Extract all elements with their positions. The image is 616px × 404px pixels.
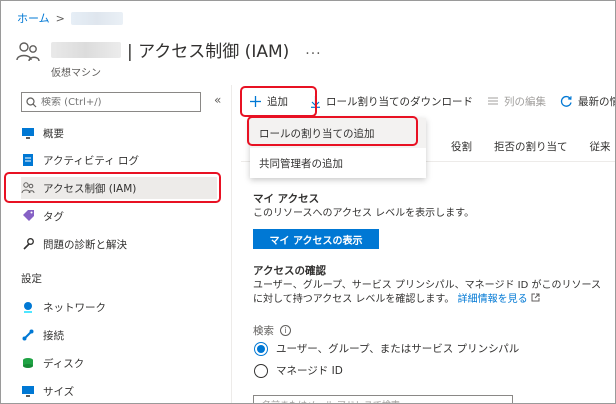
users-icon xyxy=(16,42,40,62)
app-window: ホーム > | アクセス制御 (IAM) ... 仮想マシン « xyxy=(0,0,616,404)
menu-item-add-role-assignment[interactable]: ロールの割り当ての追加 xyxy=(250,118,426,148)
my-access-title: マイ アクセス xyxy=(253,193,320,205)
add-button-label: 追加 xyxy=(267,95,288,108)
wrench-icon xyxy=(21,237,35,251)
view-my-access-button[interactable]: マイ アクセスの表示 xyxy=(253,229,379,249)
connect-icon xyxy=(21,328,35,342)
resource-name-redacted xyxy=(51,41,121,58)
refresh-button[interactable]: 最新の情 xyxy=(560,94,616,109)
breadcrumb-separator: > xyxy=(55,11,65,25)
page-title: | アクセス制御 (IAM) xyxy=(127,42,290,62)
search-input[interactable] xyxy=(41,96,191,108)
download-button-label: ロール割り当てのダウンロード xyxy=(326,95,473,108)
search-field-label-row: 検索 i xyxy=(253,323,291,338)
radio-button-selected[interactable] xyxy=(254,341,268,356)
sidebar-item-overview[interactable]: 概要 xyxy=(21,122,217,144)
refresh-label: 最新の情 xyxy=(578,95,616,108)
info-icon[interactable]: i xyxy=(280,325,291,336)
download-role-assignments-button[interactable]: ロール割り当てのダウンロード xyxy=(310,94,473,109)
sidebar-item-size[interactable]: サイズ xyxy=(21,380,217,402)
add-dropdown-menu: ロールの割り当ての追加 共同管理者の追加 xyxy=(250,118,426,178)
check-access-description-line2: に対して持つアクセス レベルを確認します。 xyxy=(253,294,455,305)
monitor-icon xyxy=(21,126,35,140)
tab-deny-assignments[interactable]: 拒否の割り当て xyxy=(494,139,568,154)
more-options-button[interactable]: ... xyxy=(305,42,321,58)
sidebar-item-label: ネットワーク xyxy=(43,301,106,314)
radio-managed-identity[interactable]: マネージド ID xyxy=(254,363,343,378)
breadcrumb-home-link[interactable]: ホーム xyxy=(17,10,50,26)
sidebar-search[interactable] xyxy=(21,92,201,112)
tab-classic-administrators[interactable]: 従来 xyxy=(590,139,611,154)
plus-icon xyxy=(250,95,261,107)
sidebar-item-label: サイズ xyxy=(43,385,75,398)
external-link-icon xyxy=(531,293,540,302)
size-icon xyxy=(21,384,35,398)
radio-users-groups-sp[interactable]: ユーザー、グループ、またはサービス プリンシパル xyxy=(254,341,519,356)
settings-heading: 設定 xyxy=(21,273,42,285)
sidebar-item-connect[interactable]: 接続 xyxy=(21,324,217,346)
resource-type-subtitle: 仮想マシン xyxy=(51,68,101,79)
radio-button[interactable] xyxy=(254,363,268,378)
radio-label: ユーザー、グループ、またはサービス プリンシパル xyxy=(276,343,520,355)
activity-log-icon xyxy=(21,153,35,167)
network-icon xyxy=(21,300,35,314)
tab-bar: 役割 拒否の割り当て 従来 xyxy=(451,139,611,154)
sidebar-item-label: 問題の診断と解決 xyxy=(43,238,127,251)
search-field-label: 検索 xyxy=(253,325,274,337)
radio-label: マネージド ID xyxy=(276,365,343,377)
collapse-sidebar-button[interactable]: « xyxy=(214,93,221,107)
sidebar-item-label: ディスク xyxy=(43,357,85,370)
my-access-description: このリソースへのアクセス レベルを表示します。 xyxy=(253,208,475,219)
check-access-description-line1: ユーザー、グループ、サービス プリンシパル、マネージド ID がこのリソース xyxy=(253,280,601,291)
tag-icon xyxy=(21,209,35,223)
download-icon xyxy=(311,95,320,108)
sidebar-item-label: タグ xyxy=(43,210,64,223)
search-principal-input[interactable]: 名前またはメール アドレスで検索 xyxy=(253,395,513,403)
add-button[interactable]: 追加 xyxy=(241,87,296,115)
sidebar-item-label: アクセス制御 (IAM) xyxy=(43,182,137,195)
learn-more-link[interactable]: 詳細情報を見る xyxy=(458,294,528,305)
edit-columns-button[interactable]: 列の編集 xyxy=(487,94,546,109)
command-bar: 追加 ロール割り当てのダウンロード 列の編集 最新の情 xyxy=(241,87,616,115)
disk-icon xyxy=(21,356,35,370)
sidebar-item-network[interactable]: ネットワーク xyxy=(21,296,217,318)
sidebar-item-iam[interactable]: アクセス制御 (IAM) xyxy=(21,177,217,199)
sidebar-item-tags[interactable]: タグ xyxy=(21,205,217,227)
check-access-description-line2-row: に対して持つアクセス レベルを確認します。 詳細情報を見る xyxy=(253,293,540,307)
columns-icon xyxy=(488,97,498,105)
search-icon xyxy=(26,96,37,107)
sidebar-item-activity-log[interactable]: アクティビティ ログ xyxy=(21,149,217,171)
sidebar-divider xyxy=(231,85,232,403)
sidebar-item-diagnose[interactable]: 問題の診断と解決 xyxy=(21,233,217,255)
users-icon xyxy=(21,181,35,195)
menu-item-add-co-administrator[interactable]: 共同管理者の追加 xyxy=(250,148,426,178)
sidebar-item-label: アクティビティ ログ xyxy=(43,154,140,167)
tab-roles[interactable]: 役割 xyxy=(451,139,472,154)
breadcrumb-resource-redacted[interactable] xyxy=(70,11,123,25)
refresh-icon xyxy=(560,95,572,107)
breadcrumb: ホーム > xyxy=(17,10,123,26)
check-access-title: アクセスの確認 xyxy=(253,265,326,277)
sidebar-item-disk[interactable]: ディスク xyxy=(21,352,217,374)
page-header: | アクセス制御 (IAM) ... 仮想マシン xyxy=(15,37,322,79)
sidebar-item-label: 接続 xyxy=(43,329,64,342)
sidebar-item-label: 概要 xyxy=(43,127,64,140)
edit-columns-label: 列の編集 xyxy=(504,95,546,108)
